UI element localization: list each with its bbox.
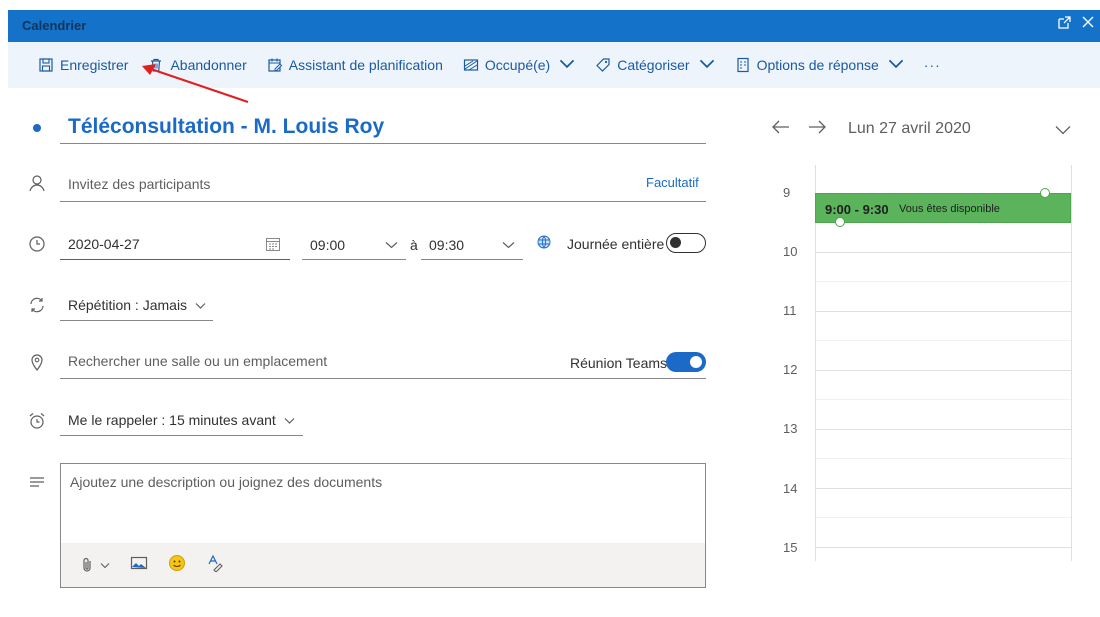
chevron-down-icon [195, 297, 206, 313]
event-title-input[interactable]: Téléconsultation - M. Louis Roy [60, 114, 706, 144]
more-options-button[interactable]: ··· [924, 57, 941, 73]
insert-image-button[interactable] [130, 554, 148, 577]
next-day-arrow-icon[interactable] [808, 118, 826, 139]
time-separator: à [410, 237, 418, 253]
window-title: Calendrier [22, 18, 87, 33]
trash-icon [151, 58, 162, 72]
resize-handle-bottom[interactable] [835, 217, 845, 227]
format-painter-icon [208, 554, 223, 573]
teams-meeting-toggle[interactable] [666, 352, 706, 372]
categorize-dropdown[interactable]: Catégoriser [595, 56, 714, 75]
previous-day-arrow-icon[interactable] [772, 118, 790, 139]
discard-button[interactable]: Abandonner [148, 57, 247, 73]
busy-status-dropdown[interactable]: Occupé(e) [463, 56, 575, 75]
title-bar: Calendrier [8, 10, 1100, 42]
event-block[interactable]: 9:00 - 9:30 Vous êtes disponible [815, 193, 1071, 223]
busy-status-icon [463, 59, 478, 71]
tag-icon [596, 58, 610, 72]
hour-label: 9 [783, 185, 791, 200]
calendar-edit-icon [268, 58, 282, 72]
description-placeholder: Ajoutez une description ou joignez des d… [70, 474, 383, 490]
hour-label: 12 [783, 362, 798, 377]
hour-label: 11 [783, 303, 797, 318]
command-toolbar: Enregistrer Abandonner Assistant de plan… [8, 42, 1100, 88]
person-icon [28, 174, 46, 192]
chevron-down-icon [385, 238, 398, 252]
time-zone-icon[interactable] [536, 234, 552, 250]
category-dot [33, 124, 41, 132]
optional-attendees-link[interactable]: Facultatif [646, 175, 699, 190]
hour-label: 10 [783, 244, 798, 259]
calendar-icon[interactable] [265, 236, 281, 252]
start-time-value: 09:00 [310, 237, 346, 253]
all-day-toggle[interactable] [666, 233, 706, 253]
attach-button[interactable] [79, 556, 110, 574]
event-availability: Vous êtes disponible [899, 203, 1000, 215]
popout-icon[interactable] [1056, 15, 1072, 36]
reminder-value: Me le rappeler : 15 minutes avant [68, 412, 276, 428]
hour-label: 13 [783, 421, 798, 436]
discard-label: Abandonner [170, 57, 247, 73]
chevron-down-icon [502, 238, 515, 252]
repeat-dropdown[interactable]: Répétition : Jamais [60, 288, 213, 321]
emoji-icon [169, 554, 185, 571]
save-label: Enregistrer [60, 57, 129, 73]
repeat-value: Répétition : Jamais [68, 297, 188, 313]
categorize-label: Catégoriser [617, 57, 690, 73]
emoji-button[interactable] [168, 554, 186, 577]
scheduling-assistant-label: Assistant de planification [288, 57, 443, 73]
repeat-icon [28, 296, 46, 314]
end-time-value: 09:30 [429, 237, 465, 253]
resize-handle-top[interactable] [1040, 188, 1050, 198]
chevron-down-icon [699, 56, 715, 75]
save-icon [39, 58, 53, 72]
chevron-down-icon [284, 412, 295, 428]
day-navigation: Lun 27 avril 2020 [772, 118, 971, 139]
paperclip-icon [83, 557, 91, 572]
event-time: 9:00 - 9:30 [825, 202, 889, 217]
scheduling-assistant-button[interactable]: Assistant de planification [267, 57, 443, 73]
response-options-icon [736, 57, 749, 73]
description-editor[interactable]: Ajoutez une description ou joignez des d… [60, 463, 706, 588]
chevron-down-icon [888, 56, 904, 75]
attendees-input[interactable]: Invitez des participants [60, 166, 706, 202]
response-options-dropdown[interactable]: Options de réponse [735, 56, 904, 75]
hour-label: 14 [783, 481, 798, 496]
chevron-down-icon [100, 562, 110, 568]
location-pin-icon [28, 353, 46, 371]
teams-meeting-label: Réunion Teams [570, 355, 668, 371]
day-grid[interactable] [815, 165, 1072, 561]
alarm-clock-icon [28, 412, 46, 430]
save-button[interactable]: Enregistrer [38, 57, 128, 73]
reminder-dropdown[interactable]: Me le rappeler : 15 minutes avant [60, 403, 303, 436]
clock-icon [28, 235, 46, 253]
hour-label: 15 [783, 540, 798, 555]
close-icon[interactable] [1080, 15, 1096, 36]
response-options-label: Options de réponse [756, 57, 879, 73]
all-day-label: Journée entière [567, 236, 665, 252]
chevron-down-icon [559, 56, 575, 75]
editor-toolbar [61, 543, 705, 587]
image-icon [130, 556, 148, 569]
format-text-button[interactable] [206, 554, 224, 577]
description-lines-icon [28, 474, 46, 492]
busy-status-label: Occupé(e) [484, 57, 551, 73]
chevron-down-icon[interactable] [1055, 122, 1071, 135]
day-view-date[interactable]: Lun 27 avril 2020 [848, 120, 971, 138]
start-date-input[interactable]: 2020-04-27 [60, 228, 290, 260]
